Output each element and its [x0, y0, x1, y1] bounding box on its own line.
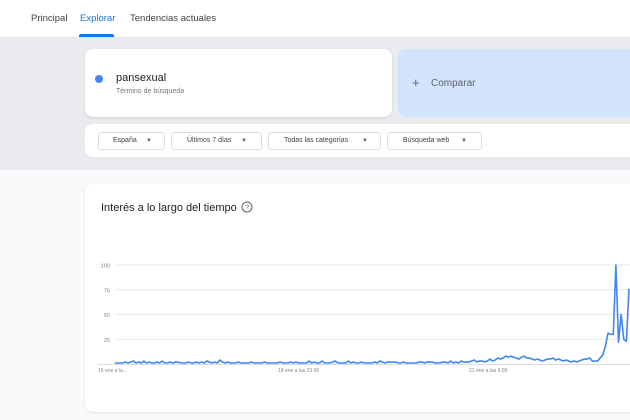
y-tick-label: 75 [104, 288, 110, 294]
interest-line-chart: 100 75 50 25 16 ene a la... 18 ene a las 23:0… [98, 264, 630, 374]
y-tick-label: 50 [104, 313, 110, 319]
x-tick-label: 21 ene a las 6:00 [469, 368, 508, 374]
y-tick-label: 25 [104, 338, 110, 344]
x-tick-label: 18 ene a las 23:00 [278, 368, 319, 374]
y-tick-label: 100 [101, 264, 110, 270]
x-tick-label: 16 ene a la... [98, 368, 127, 374]
